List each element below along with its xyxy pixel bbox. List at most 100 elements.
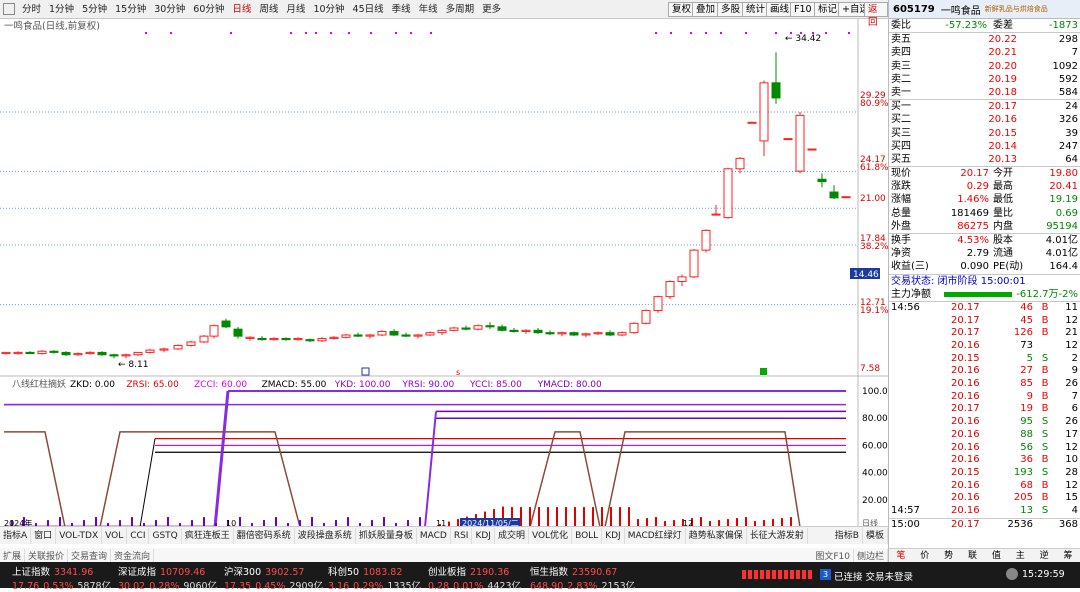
period-6[interactable]: 日线 [228,0,255,19]
tab-1[interactable]: 窗口 [31,527,57,544]
book-volume[interactable]: 247 [1017,140,1078,153]
toolbar-btn-0[interactable]: 复权 [668,2,696,17]
index-line1: 上证指数 3341.96 [12,564,111,578]
tab-19[interactable]: 长征大游发射 [747,527,808,544]
index-line2: 30.02 0.28% 9060亿 [118,578,217,592]
period-4[interactable]: 30分钟 [150,0,189,19]
period-0[interactable]: 分时 [18,0,45,19]
tick-count: 4 [1071,504,1078,516]
tab-9[interactable]: 抓妖股量身板 [356,527,417,544]
month-label: 11 [436,519,446,526]
tab-0[interactable]: 指标A [0,527,32,544]
toolbar-btn-3[interactable]: 统计 [742,2,770,17]
panel-tab-2[interactable]: 势 [937,549,961,562]
tick-list[interactable]: 14:56 20.17 46 B 11 20.17 45 B 12 20.17 126 B 21 20.1… [889,302,1080,530]
tab-7[interactable]: 翻倍密码系统 [234,527,295,544]
indicator-panel[interactable]: 八线红柱摘妖 ZKD: 0.00 ZRSI: 65.00 ZCCI: 60.00 ZMA… [0,377,888,530]
period-5[interactable]: 60分钟 [189,0,228,19]
tab-12[interactable]: KDJ [472,527,495,544]
candle-up [711,213,721,216]
book-volume[interactable]: 7 [1017,46,1078,59]
panel-tab-3[interactable]: 联 [961,549,985,562]
tab-14[interactable]: VOL优化 [529,527,573,544]
tab-8[interactable]: 波段操盘系统 [295,527,356,544]
book-volume[interactable]: 592 [1017,73,1078,86]
tab-6[interactable]: 疯狂连板王 [182,527,234,544]
book-volume[interactable]: 64 [1017,153,1078,166]
sell-row-3: 卖二 20.19 592 [889,73,1080,86]
tab-16[interactable]: KDJ [602,527,625,544]
tick-row: 14:57 20.16 13 S 4 [889,505,1080,518]
window-icon[interactable] [3,3,15,15]
toolbar-btn-8[interactable]: 返回 [864,2,888,28]
candle-up [437,329,447,334]
period-7[interactable]: 周线 [255,0,282,19]
book-volume[interactable]: 298 [1017,33,1078,46]
tab-4[interactable]: CCI [127,527,150,544]
subtab-side[interactable]: 侧边栏 [854,548,888,562]
book-volume[interactable]: 39 [1017,127,1078,140]
period-3[interactable]: 15分钟 [111,0,150,19]
book-volume[interactable]: 1092 [1017,60,1078,73]
toolbar-btn-6[interactable]: 标记 [814,2,842,17]
toolbar-btn-4[interactable]: 画线 [766,2,794,17]
subtab-2[interactable]: 交易查询 [68,548,112,562]
book-label: 买二 [891,114,911,126]
period-10[interactable]: 45日线 [349,0,388,19]
indicator-param: ZRSI: 65.00 [126,380,179,390]
subtab-0[interactable]: 扩展 [0,548,26,562]
book-volume[interactable]: 24 [1017,100,1078,113]
ind-axis-label: 20.00 [862,496,888,506]
tab-template[interactable]: 模板 [863,527,888,544]
period-11[interactable]: 季线 [388,0,415,19]
toolbar-btn-1[interactable]: 叠加 [692,2,720,17]
candle-down [817,178,827,183]
book-volume[interactable]: 326 [1017,113,1078,126]
tick-volume: 19 [1020,403,1033,415]
tab-13[interactable]: 成交明 [495,527,529,544]
tab-17[interactable]: MACD红绿灯 [625,527,686,544]
tick-row: 20.15 193 S 28 [889,467,1080,480]
subtab-f10[interactable]: 图文F10 [812,548,854,562]
panel-tab-6[interactable]: 逆 [1032,549,1056,562]
period-2[interactable]: 5分钟 [78,0,111,19]
period-12[interactable]: 年线 [415,0,442,19]
candle-up [581,333,591,336]
panel-tab-5[interactable]: 主 [1008,549,1032,562]
panel-tab-4[interactable]: 值 [985,549,1009,562]
panel-tab-0[interactable]: 笔 [889,549,913,562]
period-8[interactable]: 月线 [282,0,309,19]
tick-side: B [1041,403,1049,415]
index-pct: 2.83% [567,581,598,592]
tab-11[interactable]: RSI [451,527,473,544]
tab-2[interactable]: VOL-TDX [56,527,103,544]
period-9[interactable]: 10分钟 [309,0,348,19]
index-line2: 3.16 0.29% 1335亿 [328,578,421,592]
book-volume[interactable]: 584 [1017,86,1078,99]
tick-side: B [1041,492,1049,504]
subtab-1[interactable]: 关联报价 [25,548,69,562]
sell-row-0: 卖五 20.22 298 [889,33,1080,46]
subtab-3[interactable]: 资金流向 [111,548,155,562]
period-1[interactable]: 1分钟 [45,0,78,19]
panel-tab-1[interactable]: 价 [913,549,937,562]
tab-5[interactable]: GSTQ [149,527,182,544]
toolbar-btn-2[interactable]: 多股 [717,2,745,17]
indicator-param: YRSI: 90.00 [401,380,454,390]
candle-down [461,327,471,330]
tab-10[interactable]: MACD [417,527,451,544]
period-13[interactable]: 多周期 [442,0,479,19]
tab-15[interactable]: BOLL [572,527,603,544]
indicator-param: YMACD: 80.00 [537,380,602,390]
tab-indicator-b[interactable]: 指标B [832,527,863,544]
candle-down [97,351,107,356]
toolbar-btn-5[interactable]: F10 [790,2,816,17]
period-14[interactable]: 更多 [478,0,505,19]
stats-block: 现价 20.17 今开 19.80 涨跌 0.29 最高 20.41 涨幅 1.46% 最低 19.1… [889,167,1080,233]
tab-18[interactable]: 趋势私家偏保 [686,527,747,544]
kline-chart[interactable]: 一鸣食品(日线,前复权) 29.29 80.9% 24.17 61.8% 21.00 17… [0,19,889,377]
index-value: 2190.36 [470,567,510,578]
panel-tab-7[interactable]: 筹 [1056,549,1080,562]
tab-3[interactable]: VOL [102,527,128,544]
conn-status[interactable]: 已连接 交易未登录 [834,569,913,583]
